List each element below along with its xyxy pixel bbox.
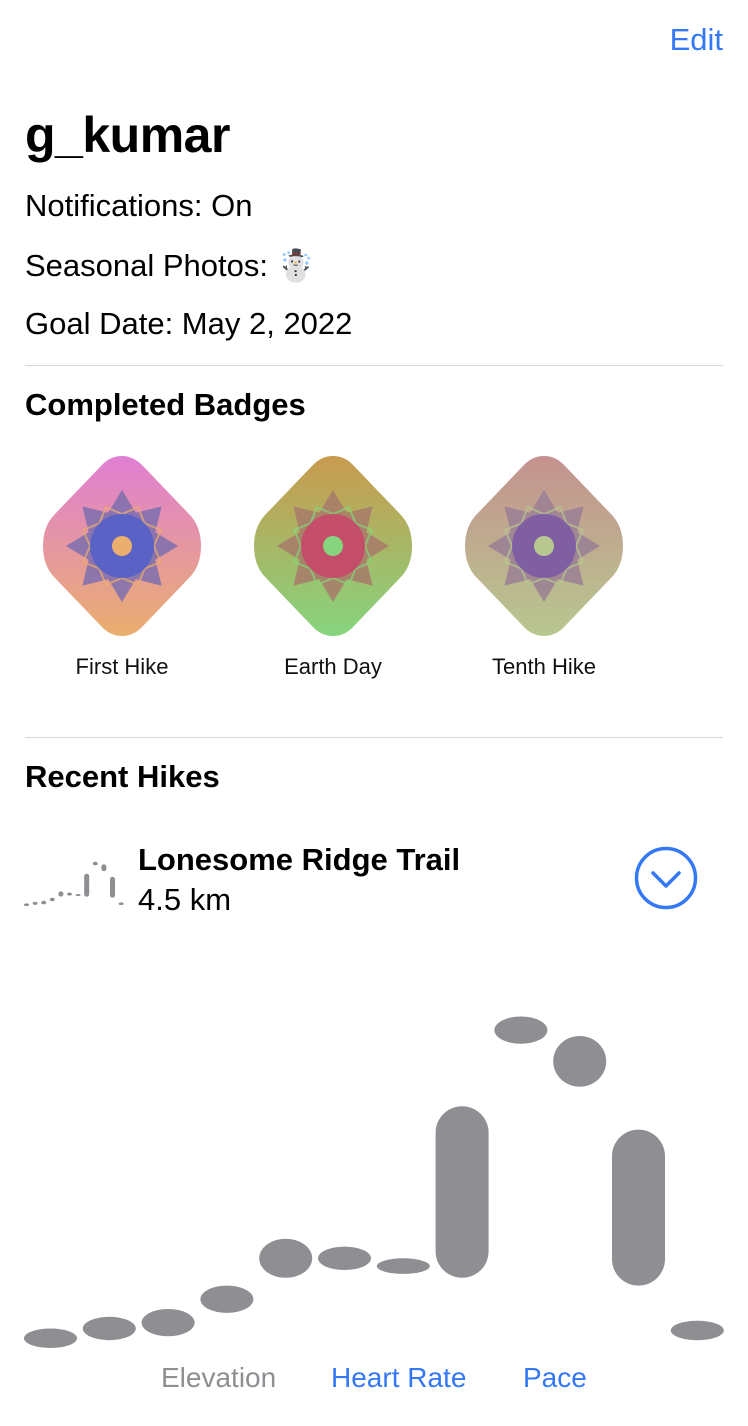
recent-hikes-title: Recent Hikes (25, 759, 220, 794)
chart-bar (318, 1246, 371, 1270)
sparkline-bar (67, 892, 72, 896)
chart-bar (259, 1238, 313, 1278)
badge-item[interactable]: Tenth Hike (450, 452, 638, 680)
sparkline-bar (101, 864, 107, 872)
completed-badges-title: Completed Badges (25, 387, 306, 422)
metric-elevation-button[interactable]: Elevation (161, 1362, 276, 1394)
sparkline-bar (32, 901, 38, 905)
sparkline-bar (75, 894, 81, 897)
chart-bar (612, 1129, 665, 1286)
badge-icon (43, 456, 201, 636)
hike-row: Lonesome Ridge Trail 4.5 km (0, 830, 748, 930)
badge-label: Tenth Hike (492, 654, 596, 679)
hike-distance: 4.5 km (138, 882, 232, 917)
sparkline-bar (118, 902, 124, 905)
section-divider (25, 365, 723, 366)
badge-icon (254, 456, 412, 636)
sparkline-bar (58, 891, 64, 897)
section-divider (25, 737, 723, 738)
badge-item[interactable]: Earth Day (239, 452, 427, 680)
chart-bar (24, 1328, 77, 1348)
chart-bar (200, 1285, 254, 1313)
sparkline-bar (41, 900, 47, 905)
chart-bar (553, 1036, 607, 1087)
goal-date: Goal Date: May 2, 2022 (25, 306, 353, 341)
seasonal-photos-status: Seasonal Photos: ☃️ (25, 248, 316, 283)
edit-button[interactable]: Edit (670, 22, 723, 58)
badge-item[interactable]: First Hike (28, 452, 216, 680)
sparkline-bar (110, 876, 115, 898)
elevation-chart (24, 1016, 724, 1348)
badge-icon (465, 456, 623, 636)
sparkline-bar (92, 861, 98, 866)
chart-bar (435, 1106, 489, 1278)
metric-pace-button[interactable]: Pace (523, 1362, 587, 1394)
sparkline-bar (84, 873, 90, 897)
sparkline-bar (24, 903, 29, 906)
profile-username: g_kumar (25, 107, 230, 163)
badge-label: First Hike (75, 654, 169, 679)
chart-bar (494, 1016, 548, 1044)
metric-heart-rate-button[interactable]: Heart Rate (331, 1362, 466, 1394)
hike-name: Lonesome Ridge Trail (138, 842, 461, 877)
metric-selector: Elevation Heart Rate Pace (0, 1362, 748, 1402)
sparkline-bar (49, 897, 55, 902)
chevron-down-circle-icon[interactable] (634, 846, 698, 910)
chart-bar (141, 1309, 195, 1337)
hike-sparkline-icon (24, 861, 124, 906)
notifications-status: Notifications: On (25, 188, 253, 223)
badge-label: Earth Day (284, 654, 382, 679)
chart-bar (82, 1316, 136, 1341)
chart-bar (376, 1258, 430, 1274)
chart-bar (670, 1320, 724, 1341)
